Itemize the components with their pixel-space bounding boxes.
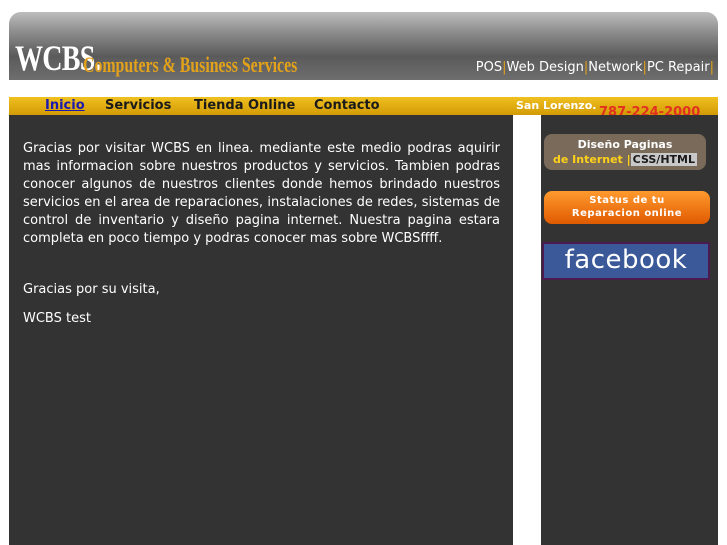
header-banner: WCBS. Computers & Business Services POS|… (9, 12, 718, 80)
service-pc-repair: PC Repair (646, 60, 710, 75)
facebook-button[interactable]: facebook (542, 242, 710, 280)
status-line1: Status de tu (589, 195, 665, 206)
status-line2: Reparacion online (571, 208, 683, 219)
service-network: Network (588, 60, 643, 75)
nav-tienda-online[interactable]: Tienda Online (194, 97, 295, 114)
diseno-css-html: CSS/HTML (630, 153, 697, 166)
nav-bar: Inicio Servicios Tienda Online Contacto … (9, 97, 718, 115)
services-list: POS|Web Design|Network|PC Repair| (476, 60, 714, 76)
signature-text: WCBS test (23, 311, 91, 326)
nav-inicio[interactable]: Inicio (45, 97, 85, 114)
status-reparacion-button[interactable]: Status de tu Reparacion online (544, 191, 710, 224)
logo-subtitle: Computers & Business Services (83, 52, 298, 77)
phone-number: 787-224-2000 (599, 105, 701, 115)
diseno-line1: Diseño Paginas (577, 138, 673, 151)
service-separator: | (709, 60, 714, 75)
intro-text: Gracias por visitar WCBS en linea. media… (23, 141, 500, 246)
diseno-line2: de Internet (553, 153, 623, 166)
diseno-line2-wrap: de Internet | CSS/HTML (553, 153, 697, 166)
thanks-text: Gracias por su visita, (23, 282, 160, 297)
diseno-paginas-button[interactable]: Diseño Paginas de Internet | CSS/HTML (544, 134, 706, 170)
location-label: San Lorenzo. (516, 99, 597, 112)
nav-servicios[interactable]: Servicios (105, 97, 171, 114)
service-web-design: Web Design (506, 60, 584, 75)
nav-contacto[interactable]: Contacto (314, 97, 380, 114)
column-gap (513, 115, 541, 545)
sidebar: Diseño Paginas de Internet | CSS/HTML Sta… (541, 115, 718, 545)
main-content: Gracias por visitar WCBS en linea. media… (9, 115, 513, 545)
service-pos: POS (475, 60, 503, 75)
